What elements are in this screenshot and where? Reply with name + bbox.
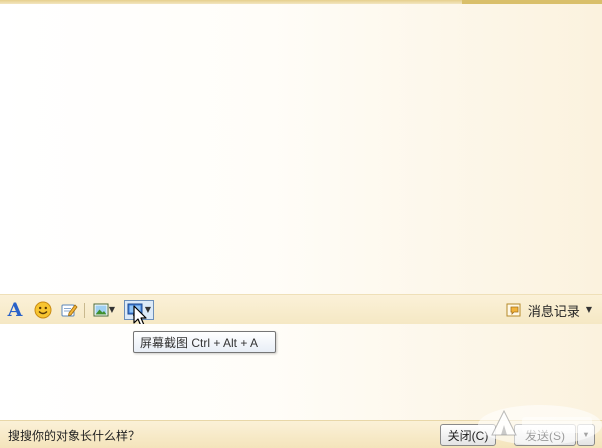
ad-link[interactable]: 搜搜你的对象长什么样？ xyxy=(8,427,140,444)
history-dropdown-caret-icon[interactable]: ▼ xyxy=(586,306,592,314)
note-edit-icon xyxy=(61,304,78,317)
message-history-label: 消息记录 xyxy=(527,303,580,319)
screenshot-tooltip: 屏幕截图 Ctrl + Alt + A xyxy=(133,331,276,353)
magic-note-button[interactable] xyxy=(59,299,79,321)
image-icon xyxy=(93,303,109,317)
message-display-area xyxy=(0,4,602,294)
toolbar-separator xyxy=(84,303,85,318)
bottom-bar: 搜搜你的对象长什么样？ 关闭(C) 发送(S) ▼ xyxy=(0,420,602,448)
emoticon-button[interactable] xyxy=(33,299,53,321)
message-history-button[interactable]: 消息记录 ▼ xyxy=(506,299,592,321)
font-button[interactable]: A xyxy=(5,299,25,321)
send-options-button[interactable]: ▼ xyxy=(577,424,595,446)
image-dropdown-caret-icon[interactable]: ▼ xyxy=(109,306,115,314)
send-button[interactable]: 发送(S) xyxy=(514,424,576,446)
send-options-caret-icon: ▼ xyxy=(582,430,590,439)
message-input-area[interactable] xyxy=(0,324,602,420)
smiley-icon xyxy=(34,301,52,319)
close-button[interactable]: 关闭(C) xyxy=(440,424,496,446)
input-toolbar: A ▼ ▼ 消息记录 ▼ xyxy=(0,294,602,324)
send-image-button[interactable]: ▼ xyxy=(89,299,119,321)
history-icon xyxy=(506,303,521,317)
font-icon: A xyxy=(7,299,23,321)
